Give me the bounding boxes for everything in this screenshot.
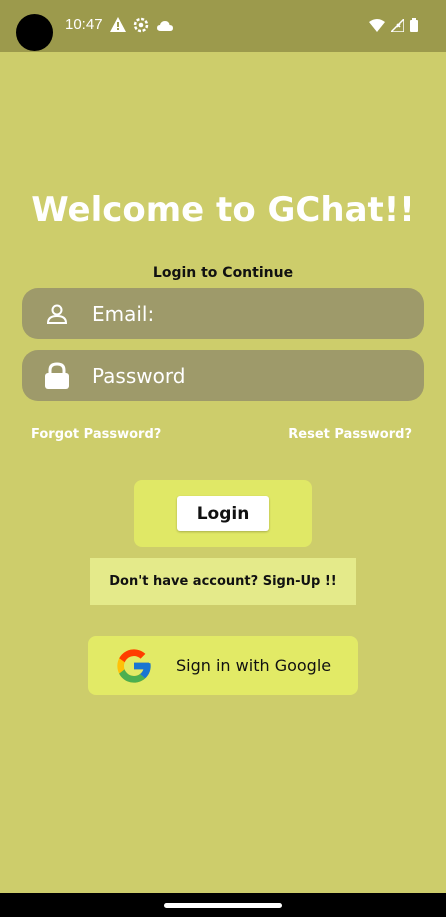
google-logo-icon bbox=[113, 645, 155, 687]
wifi-icon bbox=[369, 17, 385, 36]
google-signin-label: Sign in with Google bbox=[176, 656, 332, 675]
password-field[interactable] bbox=[22, 350, 424, 401]
login-button[interactable]: Login bbox=[177, 496, 269, 531]
reset-password-link[interactable]: Reset Password? bbox=[288, 427, 412, 442]
email-field[interactable] bbox=[22, 288, 424, 339]
google-signin-button[interactable]: Sign in with Google bbox=[88, 636, 358, 695]
lock-icon bbox=[22, 361, 92, 390]
settings-icon bbox=[133, 17, 149, 37]
page-title: Welcome to GChat!! bbox=[31, 190, 415, 230]
login-subtitle: Login to Continue bbox=[152, 265, 294, 281]
forgot-password-link[interactable]: Forgot Password? bbox=[31, 427, 161, 442]
home-gesture-handle[interactable] bbox=[164, 903, 282, 908]
password-input[interactable] bbox=[92, 363, 392, 388]
person-icon bbox=[22, 303, 92, 325]
signup-button[interactable]: Don't have account? Sign-Up !! bbox=[90, 558, 356, 605]
email-input[interactable] bbox=[92, 301, 392, 326]
cloud-icon bbox=[157, 17, 173, 36]
battery-icon bbox=[410, 17, 418, 36]
warning-icon bbox=[110, 17, 126, 36]
status-bar: 10:47 bbox=[0, 0, 446, 52]
login-panel: Login bbox=[134, 480, 312, 547]
status-time: 10:47 bbox=[65, 16, 103, 33]
camera-cutout bbox=[16, 14, 53, 51]
signal-icon bbox=[389, 17, 405, 36]
navigation-bar bbox=[0, 893, 446, 917]
